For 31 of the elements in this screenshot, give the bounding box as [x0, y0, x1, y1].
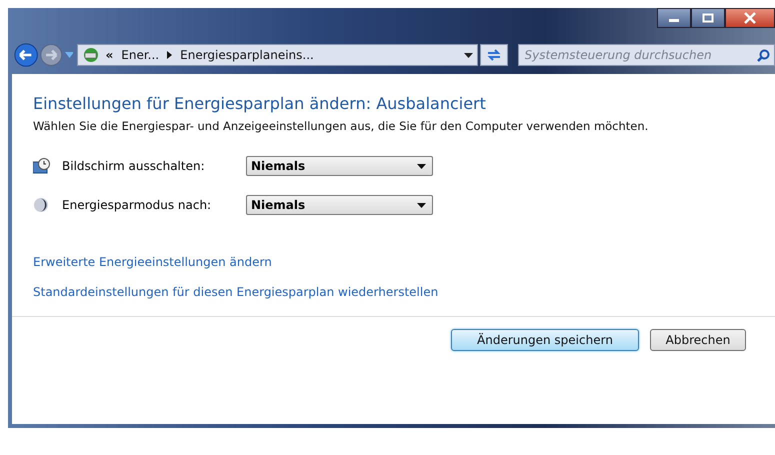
back-button[interactable]	[14, 41, 38, 69]
refresh-button[interactable]	[480, 44, 508, 66]
maximize-icon[interactable]	[702, 13, 714, 23]
description-text: Wählen Sie die Energiespar- und Anzeigeeinstellungen aus, die Sie für den Computer verwenden möchten.	[33, 119, 650, 133]
cancel-button[interactable]: Abbrechen	[650, 329, 746, 351]
refresh-icon[interactable]	[486, 48, 502, 62]
dropdown[interactable]: Niemals	[246, 195, 433, 215]
monitor-clock-icon	[33, 158, 51, 174]
caret-icon[interactable]	[417, 202, 426, 208]
page-heading: Einstellungen für Energiesparplan ändern: Ausbalanciert	[33, 94, 487, 113]
moon-icon	[33, 197, 49, 213]
forward-button[interactable]	[40, 42, 63, 68]
minimize-button[interactable]	[657, 8, 691, 28]
setting-label: Bildschirm ausschalten:	[62, 159, 206, 173]
breadcrumb-item[interactable]: Ener...	[121, 48, 160, 62]
caret-icon[interactable]	[464, 52, 473, 58]
arrow-icon[interactable]	[167, 51, 172, 59]
setting-label: Energiesparmodus nach:	[62, 198, 212, 212]
close-icon[interactable]	[743, 12, 757, 24]
search-field[interactable]: Systemsteuerung durchsuchen	[518, 44, 775, 66]
save-button[interactable]: Änderungen speichern	[451, 329, 639, 351]
link[interactable]: Erweiterte Energieeinstellungen ändern	[33, 255, 272, 269]
search-icon[interactable]	[756, 48, 770, 62]
address-bar[interactable]: « Ener... Energiesparplaneins...	[76, 44, 478, 66]
maximize-button[interactable]	[691, 8, 725, 28]
caret-icon[interactable]	[417, 164, 426, 168]
dropdown[interactable]: Niemals	[246, 156, 433, 176]
overflow-chevron[interactable]: «	[106, 48, 114, 62]
breadcrumb-item[interactable]: Energiesparplaneins...	[180, 48, 314, 62]
link[interactable]: Standardeinstellungen für diesen Energiesparplan wiederherstellen	[33, 285, 438, 299]
close-button[interactable]	[725, 8, 775, 28]
